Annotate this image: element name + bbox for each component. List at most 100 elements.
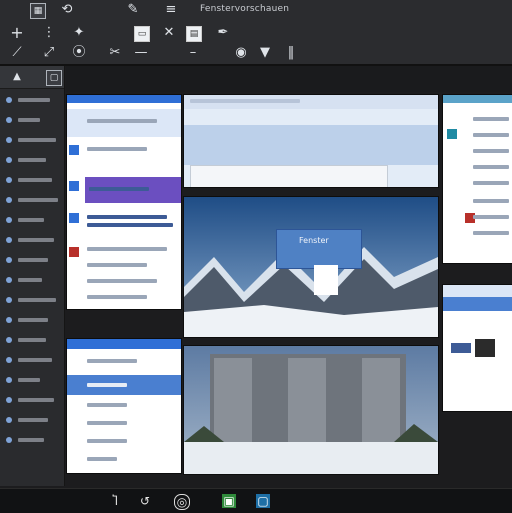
window-icon[interactable]: ▢ [256, 494, 270, 508]
address-bar[interactable] [190, 99, 300, 103]
left-panel-row[interactable] [6, 374, 60, 386]
selected-band [443, 297, 512, 311]
text-line [473, 165, 509, 169]
text-line [87, 359, 137, 363]
text-line [473, 199, 509, 203]
bullet-icon [6, 217, 12, 223]
scissors-icon-2[interactable]: ✂ [108, 46, 122, 60]
document-icon[interactable]: ▤ [186, 26, 202, 42]
top-toolbar: ▦ ⟲ ✎ ≡ Fenstervorschauen + ⟋ ⋮ ⤢ ✦ ⦿ ✂ … [0, 0, 512, 66]
row-label [18, 238, 54, 242]
crop-icon[interactable]: ⟋ [10, 46, 24, 60]
bullet-icon [6, 357, 12, 363]
bullet-icon [6, 297, 12, 303]
pane-left-bottom[interactable] [66, 338, 182, 474]
funnel-icon[interactable]: ▼ [258, 46, 272, 60]
move-icon[interactable]: ⤢ [42, 46, 56, 60]
square-icon[interactable]: ▢ [46, 70, 62, 86]
row-label [18, 398, 54, 402]
left-panel-row[interactable] [6, 274, 60, 286]
pane-right-top[interactable] [442, 94, 512, 264]
browser-icon[interactable]: ◎ [174, 494, 190, 510]
layout-icon[interactable]: ✦ [72, 26, 86, 40]
brush-icon[interactable]: ⟲ [60, 3, 74, 17]
bullet-icon [6, 137, 12, 143]
pane-strip [66, 66, 512, 92]
red-icon [69, 247, 79, 257]
left-panel-row[interactable] [6, 314, 60, 326]
left-panel-row[interactable] [6, 194, 60, 206]
left-panel-row[interactable] [6, 114, 60, 126]
row-label [18, 298, 56, 302]
row-label [18, 198, 58, 202]
text-line [473, 215, 509, 219]
select-icon[interactable]: ⦿ [72, 46, 86, 60]
center-dialog[interactable]: Fenster [276, 229, 362, 269]
pane-building-preview[interactable] [183, 345, 439, 475]
bullet-icon [6, 277, 12, 283]
left-panel-row[interactable] [6, 94, 60, 106]
left-panel-row[interactable] [6, 234, 60, 246]
text-line [89, 187, 149, 191]
toolbar-row-1: ▦ ⟲ ✎ ≡ Fenstervorschauen [0, 0, 512, 20]
text-line [87, 119, 157, 123]
text-line [87, 457, 117, 461]
row-label [18, 338, 46, 342]
left-panel-row[interactable] [6, 394, 60, 406]
bullet-icon [6, 97, 12, 103]
list-icon[interactable]: ≡ [164, 3, 178, 17]
bullet-icon [6, 317, 12, 323]
bullet-icon [6, 157, 12, 163]
building-image [184, 354, 438, 474]
left-panel-row[interactable] [6, 334, 60, 346]
minus-icon[interactable]: — [134, 46, 148, 60]
left-panel-row[interactable] [6, 134, 60, 146]
bullet-icon [6, 377, 12, 383]
pen-icon[interactable]: ✒ [216, 26, 230, 40]
left-panel-row[interactable] [6, 434, 60, 446]
text-line [87, 403, 127, 407]
pane-mountain-preview[interactable]: Fenster [183, 196, 439, 338]
bullet-icon [6, 257, 12, 263]
left-panel-row[interactable] [6, 214, 60, 226]
edit-icon[interactable]: ✎ [126, 3, 140, 17]
grid-icon[interactable]: ▦ [30, 3, 46, 19]
close-x-icon[interactable]: ✕ [162, 26, 176, 40]
left-panel-row[interactable] [6, 174, 60, 186]
pane-left-top[interactable] [66, 94, 182, 310]
text-line [87, 295, 147, 299]
content-band [184, 125, 438, 165]
text-line [473, 133, 509, 137]
bullet-icon [6, 437, 12, 443]
undo-icon[interactable]: ↺ [138, 494, 152, 508]
left-panel-row[interactable] [6, 254, 60, 266]
left-panel-row[interactable] [6, 294, 60, 306]
app-icon[interactable]: ▣ [222, 494, 236, 508]
bullet-icon [6, 197, 12, 203]
row-label [18, 378, 40, 382]
pane-center-top[interactable] [183, 94, 439, 188]
dialog-box[interactable] [190, 165, 388, 187]
shapes-icon[interactable]: ‖ [284, 46, 298, 60]
text-line [473, 231, 509, 235]
row-label [18, 178, 52, 182]
eye-icon[interactable]: ◉ [234, 46, 248, 60]
plus-icon[interactable]: + [10, 25, 24, 41]
left-panel-row[interactable] [6, 354, 60, 366]
left-panel-row[interactable] [6, 414, 60, 426]
scissors-icon[interactable]: ⋮ [42, 26, 56, 40]
start-icon[interactable]: Ⴈ [108, 494, 122, 508]
left-panel-row[interactable] [6, 154, 60, 166]
blue-icon [69, 213, 79, 223]
text-line [87, 383, 127, 387]
dash-icon[interactable]: – [186, 46, 200, 60]
row-label [18, 118, 40, 122]
window-icon[interactable]: ▭ [134, 26, 150, 42]
header-band [67, 109, 181, 137]
row-label [18, 358, 52, 362]
row-label [18, 318, 48, 322]
pane-right-bottom[interactable] [442, 284, 512, 412]
row-label [18, 418, 48, 422]
taskbar: Ⴈ ↺ ◎ ▣ ▢ [0, 488, 512, 513]
triangle-icon[interactable]: ▲ [10, 70, 24, 84]
